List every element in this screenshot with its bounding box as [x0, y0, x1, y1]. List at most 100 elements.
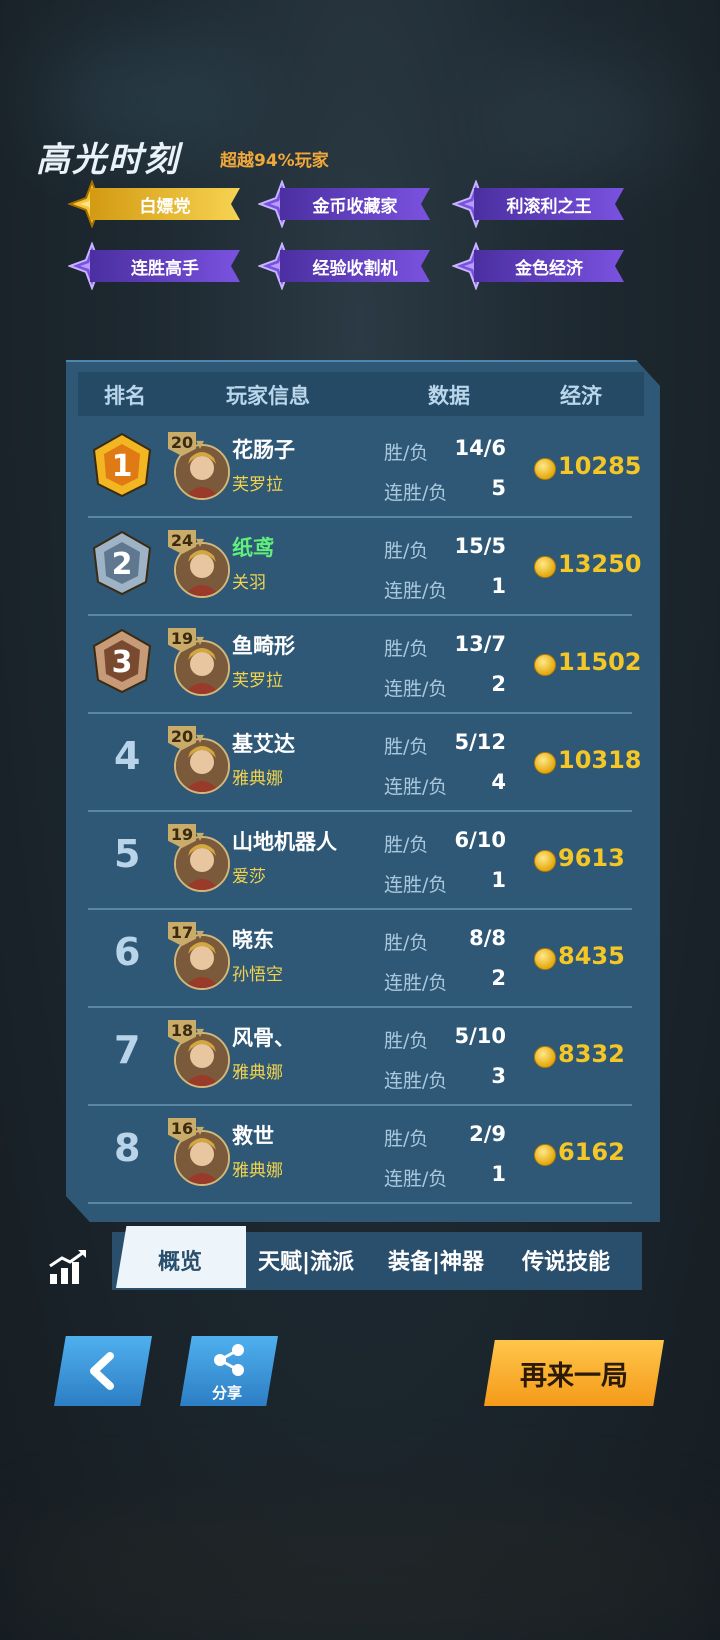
tab-equipment-artifact[interactable]: 装备|神器	[388, 1244, 484, 1276]
coin-icon	[534, 556, 556, 578]
win-loss-label: 胜/负	[384, 1030, 429, 1052]
win-loss-label: 胜/负	[384, 834, 429, 856]
badge[interactable]: 白嫖党	[68, 180, 240, 228]
gold-value: 13250	[558, 550, 642, 578]
coin-icon	[534, 654, 556, 676]
column-rank: 排名	[104, 384, 146, 408]
tab-legend-skill[interactable]: 传说技能	[522, 1244, 610, 1276]
share-label: 分享	[212, 1384, 243, 1402]
badge[interactable]: 金色经济	[452, 242, 624, 290]
streak-value: 1	[491, 868, 506, 892]
coin-icon	[534, 1046, 556, 1068]
player-name: 风骨、	[232, 1026, 295, 1050]
rank-number: 7	[114, 1028, 141, 1072]
win-loss-label: 胜/负	[384, 540, 429, 562]
rank-number: 6	[114, 930, 141, 974]
gold-value: 9613	[558, 844, 625, 872]
chevron-down-icon: ▾	[196, 532, 205, 551]
streak-value: 3	[491, 1064, 506, 1088]
player-row[interactable]: 2 24 ▾ 纸鸢 关羽 胜/负 15/5 连胜/负 1 13250	[88, 516, 642, 616]
gold-value: 10318	[558, 746, 642, 774]
win-loss-value: 2/9	[469, 1122, 506, 1146]
coin-icon	[534, 1144, 556, 1166]
gold-value: 10285	[558, 452, 642, 480]
rank-number: 3	[112, 645, 133, 680]
streak-value: 2	[491, 672, 506, 696]
hero-name: 芙罗拉	[232, 475, 283, 495]
highlight-title: 高光时刻	[36, 140, 180, 180]
stats-chart-icon[interactable]	[48, 1248, 88, 1288]
player-name: 基艾达	[232, 732, 295, 756]
player-name: 救世	[232, 1124, 274, 1148]
coin-icon	[534, 948, 556, 970]
column-economy: 经济	[560, 384, 602, 408]
win-loss-label: 胜/负	[384, 638, 429, 660]
rank-number: 8	[114, 1126, 141, 1170]
hero-name: 雅典娜	[232, 1161, 283, 1181]
player-name: 纸鸢	[232, 536, 274, 560]
chevron-down-icon: ▾	[196, 434, 205, 453]
streak-label: 连胜/负	[384, 1070, 448, 1092]
player-row[interactable]: 3 19 ▾ 鱼畸形 芙罗拉 胜/负 13/7 连胜/负 2 11502	[88, 614, 642, 714]
play-again-button[interactable]: 再来一局	[484, 1340, 664, 1406]
background-blur	[0, 1500, 720, 1640]
player-name: 鱼畸形	[232, 634, 295, 658]
coin-icon	[534, 458, 556, 480]
win-loss-label: 胜/负	[384, 1128, 429, 1150]
rank-number: 1	[112, 449, 133, 484]
win-loss-label: 胜/负	[384, 442, 429, 464]
streak-value: 1	[491, 1162, 506, 1186]
player-row[interactable]: 6 17 ▾ 晓东 孙悟空 胜/负 8/8 连胜/负 2 8435	[88, 908, 632, 1008]
hero-name: 孙悟空	[232, 965, 283, 985]
player-row[interactable]: 4 20 ▾ 基艾达 雅典娜 胜/负 5/12 连胜/负 4 10318	[88, 712, 642, 812]
chevron-down-icon: ▾	[196, 1120, 205, 1139]
player-row[interactable]: 8 16 ▾ 救世 雅典娜 胜/负 2/9 连胜/负 1 6162	[88, 1104, 632, 1204]
badge[interactable]: 利滚利之王	[452, 180, 624, 228]
rank-medal-icon: 2	[92, 530, 152, 596]
win-loss-label: 胜/负	[384, 736, 429, 758]
win-loss-label: 胜/负	[384, 932, 429, 954]
badge[interactable]: 经验收割机	[258, 242, 430, 290]
streak-label: 连胜/负	[384, 580, 448, 602]
chevron-down-icon: ▾	[196, 1022, 205, 1041]
hero-name: 雅典娜	[232, 1063, 283, 1083]
hero-name: 爱莎	[232, 867, 266, 887]
highlight-subtitle: 超越94%玩家	[220, 151, 329, 171]
rank-medal-icon: 3	[92, 628, 152, 694]
rank-number: 5	[114, 832, 141, 876]
player-row[interactable]: 5 19 ▾ 山地机器人 爱莎 胜/负 6/10 连胜/负 1 9613	[88, 810, 632, 910]
chevron-down-icon: ▾	[196, 826, 205, 845]
badge[interactable]: 连胜高手	[68, 242, 240, 290]
streak-label: 连胜/负	[384, 1168, 448, 1190]
gold-value: 8332	[558, 1040, 625, 1068]
win-loss-value: 15/5	[454, 534, 506, 558]
player-name: 山地机器人	[232, 830, 337, 854]
hero-name: 芙罗拉	[232, 671, 283, 691]
gold-value: 11502	[558, 648, 642, 676]
coin-icon	[534, 850, 556, 872]
badge-label: 白嫖党	[90, 188, 240, 220]
badge-label: 利滚利之王	[474, 188, 624, 220]
streak-value: 5	[491, 476, 506, 500]
hero-name: 雅典娜	[232, 769, 283, 789]
rank-medal-icon: 1	[92, 432, 152, 498]
streak-label: 连胜/负	[384, 874, 448, 896]
chevron-down-icon: ▾	[196, 728, 205, 747]
streak-value: 2	[491, 966, 506, 990]
back-button[interactable]	[54, 1336, 152, 1406]
gold-value: 8435	[558, 942, 625, 970]
win-loss-value: 14/6	[454, 436, 506, 460]
column-data: 数据	[428, 384, 470, 408]
player-row[interactable]: 1 20 ▾ 花肠子 芙罗拉 胜/负 14/6 连胜/负 5 10285	[88, 418, 642, 518]
tab-overview[interactable]: 概览	[158, 1244, 202, 1276]
badge-label: 金币收藏家	[280, 188, 430, 220]
tab-talent-school[interactable]: 天赋|流派	[258, 1244, 354, 1276]
share-icon	[214, 1344, 244, 1376]
badge[interactable]: 金币收藏家	[258, 180, 430, 228]
coin-icon	[534, 752, 556, 774]
player-row[interactable]: 7 18 ▾ 风骨、 雅典娜 胜/负 5/10 连胜/负 3 8332	[88, 1006, 632, 1106]
hero-name: 关羽	[232, 573, 266, 593]
win-loss-value: 8/8	[469, 926, 506, 950]
rank-number: 2	[112, 547, 133, 582]
player-name: 晓东	[232, 928, 274, 952]
